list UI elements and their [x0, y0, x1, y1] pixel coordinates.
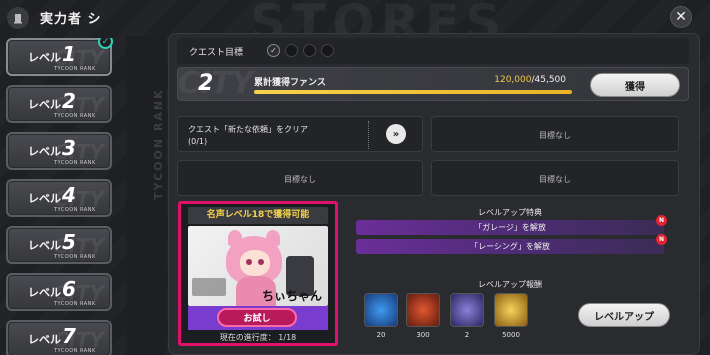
level-number: 5: [62, 230, 76, 254]
perks-title: レベルアップ特典: [478, 208, 542, 217]
quest-label: 累計獲得ファンス: [254, 78, 326, 88]
page-title: 実力者 シ: [40, 12, 102, 27]
reward-count: 5000: [502, 331, 520, 339]
fame-card-title: 名声レベル18で獲得可能: [188, 207, 328, 224]
fame-progress: 現在の進行度： 1/18: [181, 332, 335, 343]
close-button[interactable]: ✕: [670, 6, 692, 28]
fame-progress-label: 現在の進行度：: [219, 333, 276, 342]
goal-dot: [321, 44, 334, 57]
level-item-1[interactable]: CITY レベル 1 TYCOON RANK ✓: [6, 38, 113, 76]
sub-quest-empty: 目標なし: [284, 175, 316, 184]
level-item-3[interactable]: CITY レベル 3 TYCOON RANK: [6, 132, 112, 170]
goal-dot: [303, 44, 316, 57]
building-icon: [14, 14, 22, 24]
quest-target: /45,500: [531, 75, 566, 85]
new-badge: N: [656, 234, 667, 245]
rewards-title: レベルアップ報酬: [478, 280, 542, 289]
level-label: レベル: [28, 286, 61, 299]
quest-count: 120,000/45,500: [494, 75, 566, 85]
perk-item: 「レーシング」を解放: [356, 239, 664, 254]
level-number: 6: [62, 277, 76, 301]
sub-quest-1[interactable]: クエスト「新たな依頼」をクリア (0/1) »: [177, 116, 423, 152]
close-icon: ✕: [675, 9, 687, 25]
level-subtitle: TYCOON RANK: [54, 66, 96, 72]
character-eye: [258, 259, 264, 265]
quest-number: 2: [198, 71, 214, 96]
level-subtitle: TYCOON RANK: [54, 207, 96, 213]
top-bar: 実力者 シ ✕: [0, 0, 710, 36]
reward-count: 2: [464, 331, 470, 339]
blue-orb-icon[interactable]: [364, 293, 398, 327]
sub-quest-4: 目標なし: [431, 160, 679, 196]
level-item-6[interactable]: CITY レベル 6 TYCOON RANK: [6, 273, 112, 311]
card-icon[interactable]: [450, 293, 484, 327]
level-subtitle: TYCOON RANK: [54, 113, 96, 119]
goal-check-icon: ✓: [267, 44, 280, 57]
fame-reward-card: 名声レベル18で獲得可能 ちぃちゃん お試し 現在の進行度： 1/18: [178, 201, 338, 346]
sub-quest-text: クエスト「新たな依頼」をクリア: [188, 125, 308, 134]
quest-goal-label: クエスト目標: [189, 48, 244, 58]
quest-progress-bar: [254, 90, 572, 94]
level-item-4[interactable]: CITY レベル 4 TYCOON RANK: [6, 179, 112, 217]
level-number: 4: [62, 183, 76, 207]
quest-progress-fill: [254, 90, 572, 94]
character-eye: [246, 259, 252, 265]
new-badge: N: [656, 215, 667, 226]
go-arrow-icon[interactable]: »: [386, 124, 406, 144]
level-item-7[interactable]: CITY レベル 7 TYCOON RANK: [6, 320, 112, 355]
quest-watermark: CITY: [178, 67, 254, 101]
side-label: TYCOON RANK: [152, 88, 165, 200]
level-label: レベル: [28, 145, 61, 158]
level-number: 1: [62, 42, 76, 66]
try-button[interactable]: お試し: [217, 308, 297, 327]
level-label: レベル: [28, 239, 61, 252]
sub-quest-3: 目標なし: [177, 160, 423, 196]
sub-quest-progress: (0/1): [188, 137, 208, 146]
level-up-button[interactable]: レベルアップ: [578, 303, 670, 327]
divider: [368, 121, 369, 149]
acquire-button[interactable]: 獲得: [590, 73, 680, 97]
level-label: レベル: [28, 98, 61, 111]
level-subtitle: TYCOON RANK: [54, 254, 96, 260]
level-subtitle: TYCOON RANK: [54, 348, 96, 354]
fame-progress-value: 1/18: [278, 333, 297, 342]
character-name: ちぃちゃん: [261, 289, 322, 303]
perk-item: 「ガレージ」を解放: [356, 220, 664, 235]
goal-dot: [285, 44, 298, 57]
sub-quest-2: 目標なし: [431, 116, 679, 152]
check-icon: ✓: [98, 38, 113, 49]
ticket-icon[interactable]: [406, 293, 440, 327]
main-quest-row: CITY 2 累計獲得ファンス 120,000/45,500 獲得: [177, 67, 689, 101]
character-face: [240, 250, 270, 276]
quest-goal-row: クエスト目標 ✓: [177, 38, 689, 64]
quest-current: 120,000: [494, 75, 532, 85]
logo: [192, 278, 226, 296]
level-number: 7: [62, 324, 76, 348]
character-image: ちぃちゃん: [188, 226, 328, 306]
sub-quest-empty: 目標なし: [539, 131, 571, 140]
gold-coin-icon[interactable]: [494, 293, 528, 327]
level-item-5[interactable]: CITY レベル 5 TYCOON RANK: [6, 226, 112, 264]
sub-quest-empty: 目標なし: [539, 175, 571, 184]
level-label: レベル: [28, 192, 61, 205]
level-item-2[interactable]: CITY レベル 2 TYCOON RANK: [6, 85, 112, 123]
level-subtitle: TYCOON RANK: [54, 160, 96, 166]
level-subtitle: TYCOON RANK: [54, 301, 96, 307]
level-label: レベル: [28, 51, 61, 64]
reward-count: 300: [416, 331, 430, 339]
reward-count: 20: [376, 331, 386, 339]
level-label: レベル: [28, 333, 61, 346]
level-number: 3: [62, 136, 76, 160]
level-list: CITY レベル 1 TYCOON RANK ✓ CITY レベル 2 TYCO…: [6, 38, 114, 355]
level-number: 2: [62, 89, 76, 113]
home-button[interactable]: [7, 7, 29, 29]
